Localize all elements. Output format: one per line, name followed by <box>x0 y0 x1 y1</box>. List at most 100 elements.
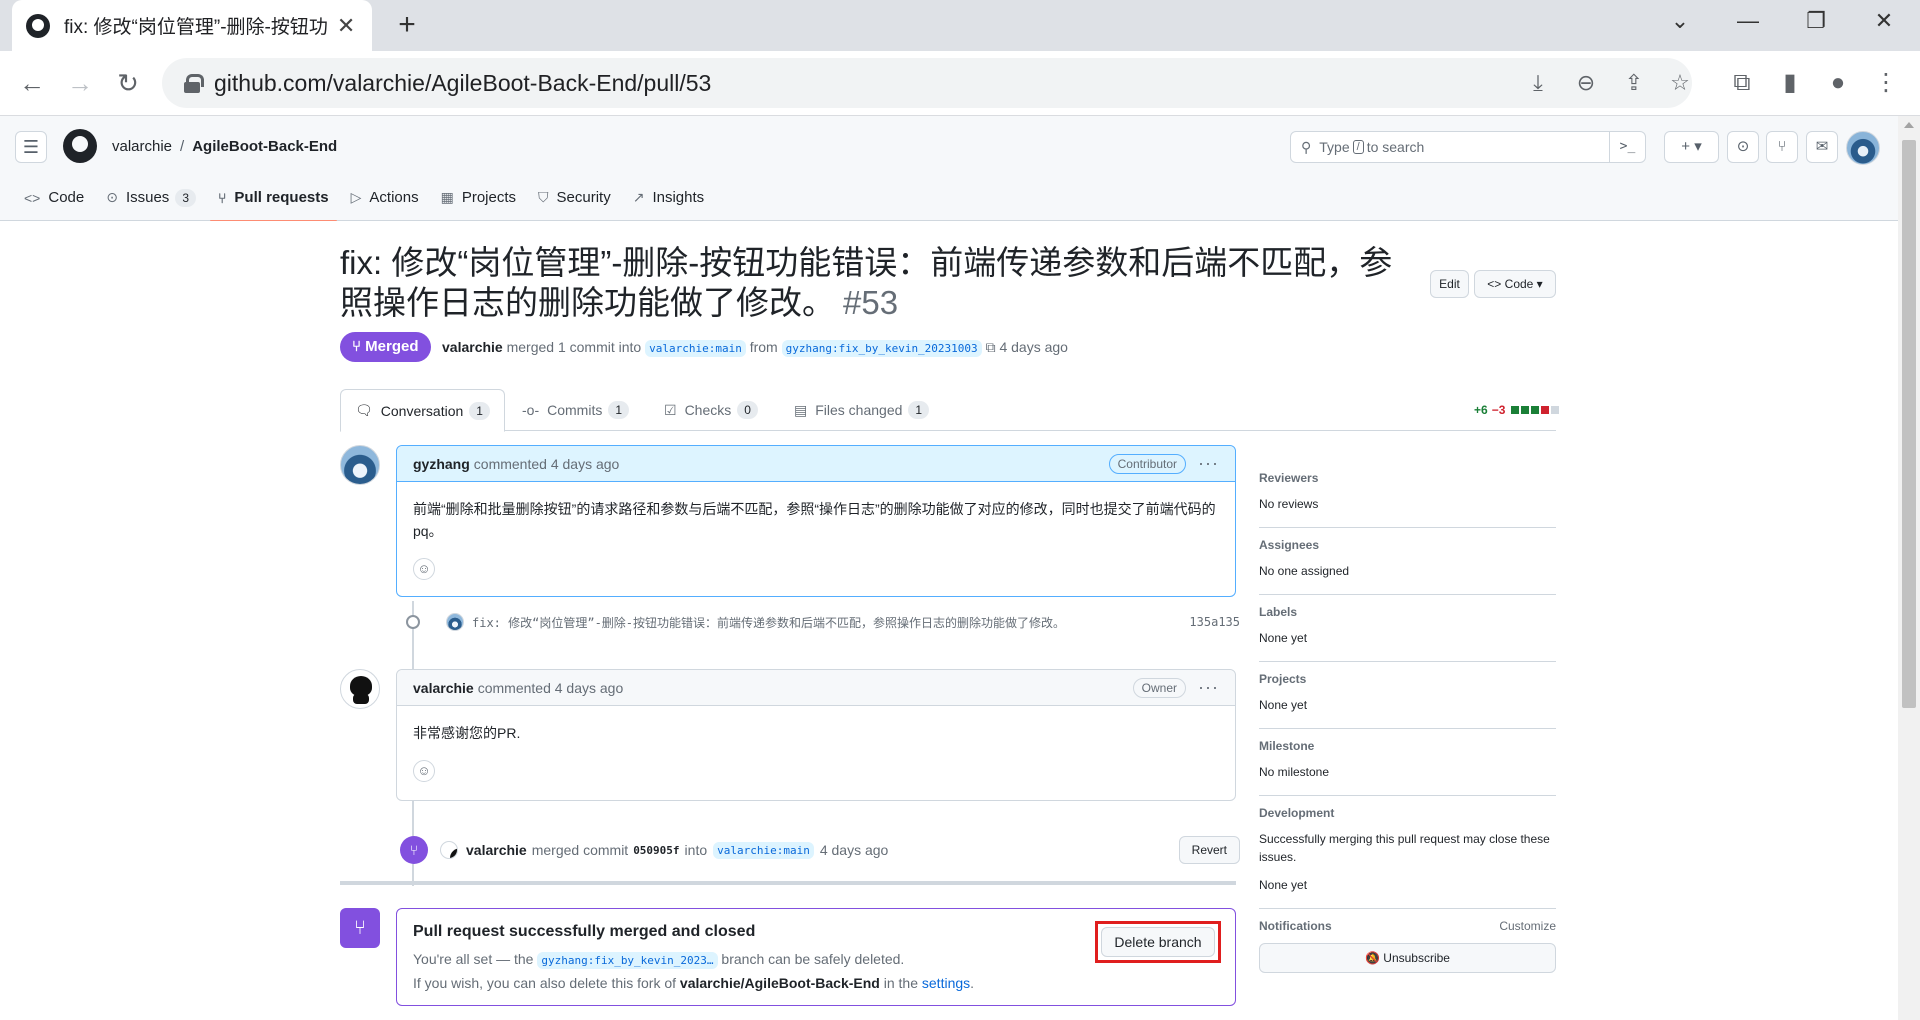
page-scrollbar[interactable] <box>1898 116 1920 1020</box>
pr-number: #53 <box>843 284 899 321</box>
search-shortcut-key: / <box>1352 140 1364 154</box>
scrollbar-thumb[interactable] <box>1902 140 1916 708</box>
hamburger-menu-button[interactable]: ☰ <box>15 131 47 163</box>
lock-icon <box>184 74 204 93</box>
sidebar-assignees[interactable]: Assignees No one assigned <box>1259 528 1556 595</box>
customize-link[interactable]: Customize <box>1499 919 1556 933</box>
pr-page: fix: 修改“岗位管理”-删除-按钮功能错误：前端传递参数和后端不匹配，参照操… <box>0 221 1898 1020</box>
command-palette-button[interactable]: >_ <box>1609 132 1645 162</box>
browser-toolbar: ← → ↻ github.com/valarchie/AgileBoot-Bac… <box>0 51 1920 116</box>
revert-button[interactable]: Revert <box>1178 836 1240 864</box>
tab-files-changed[interactable]: ▤ Files changed 1 <box>780 389 943 431</box>
copy-icon[interactable]: ⧉ <box>986 339 996 355</box>
install-app-icon[interactable]: ⤓ <box>1524 70 1552 98</box>
zoom-out-icon[interactable]: ⊖ <box>1572 70 1600 98</box>
delete-branch-button[interactable]: Delete branch <box>1101 927 1215 957</box>
side-panel-icon[interactable]: ▮ <box>1772 65 1808 101</box>
shield-icon: ⛉ <box>538 189 549 205</box>
play-icon: ▷ <box>350 189 362 205</box>
tab-projects[interactable]: ▦ Projects <box>433 174 524 221</box>
comment-author[interactable]: valarchie <box>413 680 474 696</box>
head-branch[interactable]: gyzhang:fix_by_kevin_20231003 <box>781 340 982 357</box>
github-logo-icon[interactable] <box>63 129 97 163</box>
scroll-up-arrow-icon[interactable] <box>1904 122 1914 128</box>
more-menu-icon[interactable]: ⋮ <box>1868 65 1904 101</box>
issues-icon[interactable]: ⊙ <box>1727 131 1759 163</box>
tab-insights[interactable]: ↗ Insights <box>625 174 712 221</box>
pull-requests-icon[interactable]: ⑂ <box>1766 131 1798 163</box>
sidebar-milestone[interactable]: Milestone No milestone <box>1259 729 1556 796</box>
merge-author[interactable]: valarchie <box>466 842 527 858</box>
code-icon: <> <box>24 189 41 206</box>
tab-title: fix: 修改“岗位管理”-删除-按钮功 <box>64 17 328 38</box>
create-new-button[interactable]: + ▾ <box>1664 131 1719 163</box>
bookmark-star-icon[interactable]: ☆ <box>1666 70 1694 98</box>
comment-author[interactable]: gyzhang <box>413 456 470 472</box>
commit-message[interactable]: fix: 修改“岗位管理”-删除-按钮功能错误：前端传递参数和后端不匹配，参照操… <box>472 614 1065 631</box>
extensions-icon[interactable]: ⧉ <box>1724 65 1760 101</box>
new-tab-button[interactable]: + <box>392 10 422 40</box>
unsubscribe-button[interactable]: 🔕 Unsubscribe <box>1259 943 1556 973</box>
breadcrumb-owner[interactable]: valarchie <box>112 138 172 155</box>
kebab-menu-icon[interactable]: ··· <box>1198 677 1219 698</box>
kebab-menu-icon[interactable]: ··· <box>1198 453 1219 474</box>
share-icon[interactable]: ⇪ <box>1620 70 1648 98</box>
sidebar-projects[interactable]: Projects None yet <box>1259 662 1556 729</box>
profile-icon[interactable]: ● <box>1820 65 1856 101</box>
commit-sha[interactable]: 135a135 <box>1189 615 1240 629</box>
avatar[interactable] <box>446 613 464 631</box>
tab-conversation[interactable]: 🗨 Conversation 1 <box>340 389 505 432</box>
tab-strip: fix: 修改“岗位管理”-删除-按钮功 ✕ + ⌄ — ❐ ✕ <box>0 0 1920 51</box>
tab-commits[interactable]: -o- Commits 1 <box>508 389 643 431</box>
merger-link[interactable]: valarchie <box>442 339 503 355</box>
breadcrumb-separator: / <box>180 138 185 155</box>
sidebar-development[interactable]: Development Successfully merging this pu… <box>1259 796 1556 909</box>
pr-tabs: 🗨 Conversation 1 -o- Commits 1 ☑ Checks 0 ▤ Fil… <box>340 389 1556 432</box>
diff-block <box>1541 406 1550 414</box>
base-branch[interactable]: valarchie:main <box>645 340 746 357</box>
diff-block <box>1531 406 1540 414</box>
avatar[interactable] <box>340 669 380 709</box>
avatar[interactable] <box>340 445 380 485</box>
user-avatar[interactable] <box>1846 131 1880 165</box>
tab-actions[interactable]: ▷ Actions <box>343 174 427 221</box>
url-text: github.com/valarchie/AgileBoot-Back-End/… <box>214 69 712 96</box>
window-close-icon[interactable]: ✕ <box>1864 8 1904 34</box>
add-reaction-icon[interactable]: ☺ <box>413 760 435 782</box>
forward-icon[interactable]: → <box>62 65 98 101</box>
reload-icon[interactable]: ↻ <box>110 65 146 101</box>
browser-tab[interactable]: fix: 修改“岗位管理”-删除-按钮功 ✕ <box>12 0 372 51</box>
merge-status-line1: You're all set — the gyzhang:fix_by_kevi… <box>413 951 905 969</box>
sidebar-reviewers[interactable]: Reviewers No reviews <box>1259 461 1556 528</box>
avatar[interactable] <box>440 841 458 859</box>
merge-branch[interactable]: valarchie:main <box>713 841 814 859</box>
merged-branch-name[interactable]: gyzhang:fix_by_kevin_2023… <box>537 952 718 969</box>
comment-card: gyzhang commented 4 days ago Contributor… <box>396 445 1236 597</box>
minimize-icon[interactable]: — <box>1728 8 1768 34</box>
inbox-icon[interactable]: ✉ <box>1806 131 1838 163</box>
tab-issues[interactable]: ⊙ Issues 3 <box>98 174 204 221</box>
tab-pull-requests[interactable]: ⑂ Pull requests <box>210 174 337 222</box>
diff-block <box>1511 406 1520 414</box>
restore-icon[interactable]: ❐ <box>1796 8 1836 34</box>
settings-link[interactable]: settings <box>922 975 970 991</box>
diff-block <box>1551 406 1560 414</box>
edit-title-button[interactable]: Edit <box>1430 270 1469 298</box>
merge-status-line2: If you wish, you can also delete this fo… <box>413 975 975 991</box>
tab-checks[interactable]: ☑ Checks 0 <box>650 389 772 431</box>
close-icon[interactable]: ✕ <box>334 13 358 39</box>
address-bar[interactable]: github.com/valarchie/AgileBoot-Back-End/… <box>162 58 1692 108</box>
back-icon[interactable]: ← <box>14 65 50 101</box>
merge-sha[interactable]: 050905f <box>633 844 679 857</box>
search-input[interactable]: ⚲ Type / to search >_ <box>1290 131 1646 163</box>
breadcrumb-repo[interactable]: AgileBoot-Back-End <box>192 138 337 155</box>
role-badge: Contributor <box>1108 453 1187 474</box>
tab-security[interactable]: ⛉ Security <box>530 174 619 221</box>
tab-code[interactable]: <> Code <box>16 174 92 221</box>
sidebar-labels[interactable]: Labels None yet <box>1259 595 1556 662</box>
commit-icon: -o- <box>522 402 540 418</box>
add-reaction-icon[interactable]: ☺ <box>413 558 435 580</box>
diffstat: +6 −3 <box>1474 403 1560 417</box>
code-dropdown-button[interactable]: <> Code ▾ <box>1474 270 1556 298</box>
tab-search-icon[interactable]: ⌄ <box>1660 8 1700 34</box>
